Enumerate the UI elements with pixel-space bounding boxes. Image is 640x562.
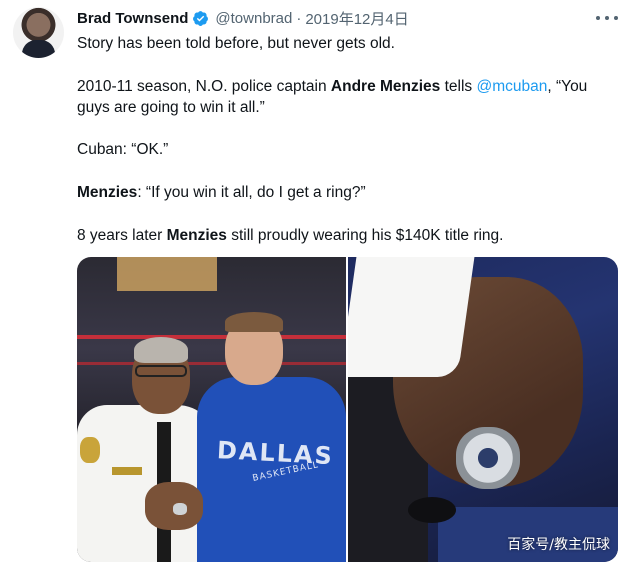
mention-link[interactable]: @mcuban [476, 78, 547, 95]
championship-ring [173, 503, 187, 515]
shoe [408, 497, 456, 523]
watermark: 百家号/教主侃球 [507, 537, 610, 553]
officer-shirt [77, 405, 217, 562]
tweet-date[interactable]: 2019年12月4日 [305, 8, 408, 29]
text-span: tells [440, 78, 477, 95]
tweet-paragraph-5: 8 years later Menzies still proudly wear… [77, 225, 503, 246]
officer-glasses [135, 365, 187, 377]
championship-ring-closeup [456, 427, 520, 489]
verified-badge-icon [193, 10, 209, 26]
white-sleeve [348, 257, 475, 377]
arena-banner [117, 257, 217, 291]
avatar[interactable] [13, 7, 64, 58]
more-dot [596, 16, 600, 20]
author-name[interactable]: Brad Townsend [77, 10, 188, 27]
tweet-line-1: Story has been told before, but never ge… [77, 35, 395, 52]
arena-light-strip [77, 335, 346, 339]
text-span: 8 years later [77, 227, 167, 244]
separator-dot: · [296, 9, 302, 27]
more-options-icon[interactable] [596, 9, 618, 27]
avatar-shirt [22, 40, 55, 58]
officer-badge [80, 437, 100, 463]
officer-nameplate [112, 467, 142, 475]
photo-ring-closeup[interactable]: 百家号/教主侃球 [348, 257, 618, 562]
tweet-paragraph-4: Menzies: “If you win it all, do I get a … [77, 182, 366, 203]
more-dot [614, 16, 618, 20]
author-handle[interactable]: @townbrad [215, 10, 292, 27]
officer-hair [134, 337, 188, 363]
bold-name: Menzies [77, 184, 138, 201]
media-grid: DALLAS BASKETBALL 百家号/教主侃球 [77, 257, 618, 562]
text-span: 2010-11 season, N.O. police captain [77, 78, 331, 95]
cuban-hair [225, 312, 283, 332]
text-span: : “If you win it all, do I get a ring?” [137, 184, 366, 201]
tweet[interactable]: Brad Townsend @townbrad · 2019年12月4日 Sto… [0, 0, 640, 562]
photo-officer-and-cuban[interactable]: DALLAS BASKETBALL [77, 257, 346, 562]
tweet-paragraph-3: Cuban: “OK.” [77, 141, 169, 158]
tweet-header: Brad Townsend @townbrad · 2019年12月4日 [77, 8, 409, 28]
arena-light-strip [77, 362, 346, 365]
bold-name: Andre Menzies [330, 78, 441, 95]
more-dot [605, 16, 609, 20]
tweet-paragraph-2: 2010-11 season, N.O. police captain Andr… [77, 76, 622, 118]
bold-name: Menzies [166, 227, 227, 244]
text-span: still proudly wearing his $140K title ri… [226, 227, 504, 244]
